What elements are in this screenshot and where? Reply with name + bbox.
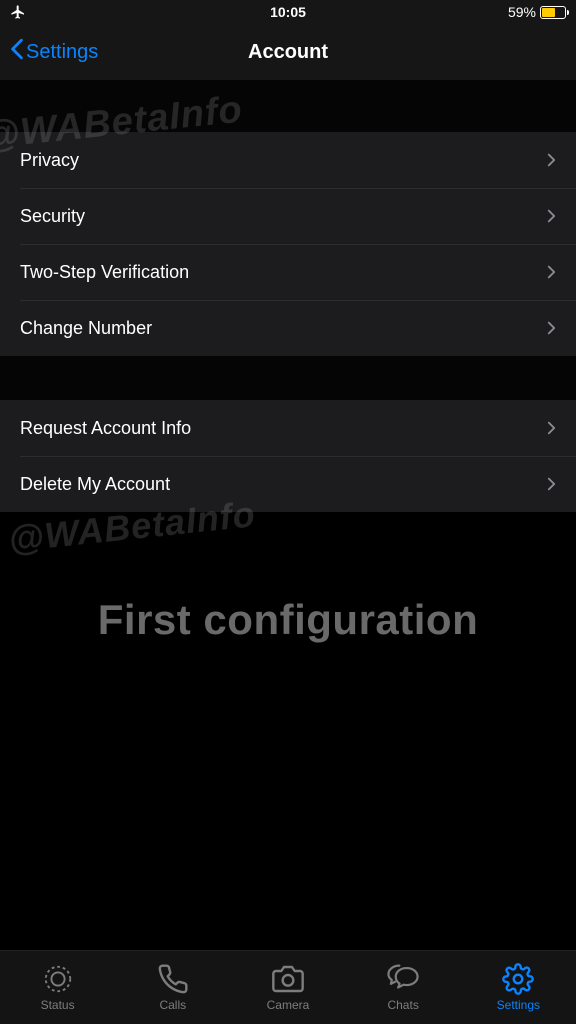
request-info-label: Request Account Info <box>20 418 191 439</box>
tab-calls[interactable]: Calls <box>115 963 230 1012</box>
section-gap <box>0 356 576 400</box>
back-button[interactable]: Settings <box>10 38 98 66</box>
chevron-right-icon <box>547 208 556 224</box>
delete-account-label: Delete My Account <box>20 474 170 495</box>
privacy-row[interactable]: Privacy <box>0 132 576 188</box>
tab-camera-label: Camera <box>267 998 310 1012</box>
status-left <box>10 4 26 20</box>
delete-account-row[interactable]: Delete My Account <box>0 456 576 512</box>
tab-status-label: Status <box>41 998 75 1012</box>
chevron-right-icon <box>547 264 556 280</box>
status-time: 10:05 <box>270 4 306 20</box>
page-title: Account <box>248 41 328 64</box>
request-info-row[interactable]: Request Account Info <box>0 400 576 456</box>
battery-icon <box>540 6 566 19</box>
tab-chats-label: Chats <box>387 998 418 1012</box>
change-number-row[interactable]: Change Number <box>0 300 576 356</box>
gear-icon <box>501 963 535 995</box>
two-step-row[interactable]: Two-Step Verification <box>0 244 576 300</box>
tab-bar: Status Calls Camera Chats <box>0 950 576 1024</box>
two-step-label: Two-Step Verification <box>20 262 189 283</box>
account-group-2: Request Account Info Delete My Account <box>0 400 576 512</box>
tab-settings[interactable]: Settings <box>461 963 576 1012</box>
phone-icon <box>156 963 190 995</box>
chevron-right-icon <box>547 320 556 336</box>
back-label: Settings <box>26 41 98 64</box>
change-number-label: Change Number <box>20 318 152 339</box>
chevron-right-icon <box>547 420 556 436</box>
chats-icon <box>386 963 420 995</box>
status-bar: 10:05 59% <box>0 0 576 24</box>
chevron-left-icon <box>10 38 24 66</box>
tab-status[interactable]: Status <box>0 963 115 1012</box>
security-label: Security <box>20 206 85 227</box>
caption-text: First configuration <box>0 596 576 644</box>
chevron-right-icon <box>547 152 556 168</box>
status-right: 59% <box>508 4 566 20</box>
status-icon <box>41 963 75 995</box>
tab-calls-label: Calls <box>159 998 186 1012</box>
chevron-right-icon <box>547 476 556 492</box>
section-gap <box>0 80 576 132</box>
tab-chats[interactable]: Chats <box>346 963 461 1012</box>
tab-camera[interactable]: Camera <box>230 963 345 1012</box>
camera-icon <box>271 963 305 995</box>
account-group-1: Privacy Security Two-Step Verification C… <box>0 132 576 356</box>
nav-bar: Settings Account <box>0 24 576 80</box>
privacy-label: Privacy <box>20 150 79 171</box>
airplane-icon <box>10 4 26 20</box>
battery-percent: 59% <box>508 4 536 20</box>
tab-settings-label: Settings <box>497 998 540 1012</box>
security-row[interactable]: Security <box>0 188 576 244</box>
